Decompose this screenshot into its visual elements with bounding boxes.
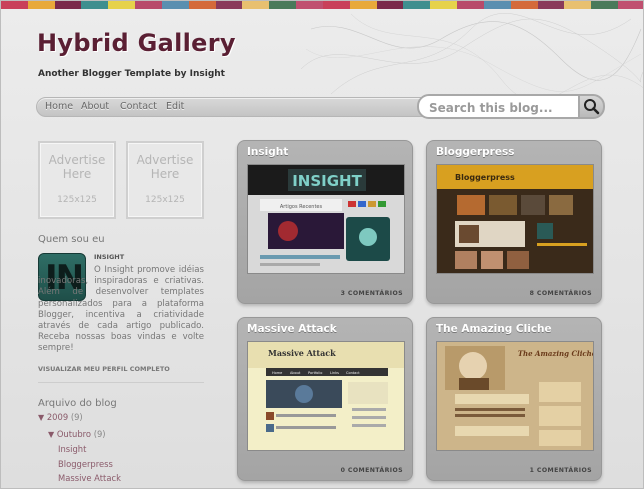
nav-item-contact[interactable]: Contact <box>120 101 157 112</box>
post-card[interactable]: Insight INSIGHT Artigos Recentes 3 COMEN… <box>237 140 413 304</box>
stripe-segment <box>54 1 82 9</box>
stripe-segment <box>269 1 297 9</box>
stripe-segment <box>457 1 484 9</box>
stripe-segment <box>1 1 28 9</box>
about-heading: Quem sou eu <box>38 234 105 245</box>
ad-slot-2[interactable]: Advertise Here 125x125 <box>126 141 204 219</box>
thumb-tab: Portfolio <box>308 371 322 375</box>
thumb-tab: Contact <box>346 371 360 375</box>
thumbnail-image: Bloggerpress <box>437 165 593 273</box>
ad-slot-1[interactable]: Advertise Here 125x125 <box>38 141 116 219</box>
archive-month-count: (9) <box>93 429 106 439</box>
expand-triangle-icon[interactable]: ▼ <box>38 413 44 422</box>
thumb-heading: Bloggerpress <box>455 173 515 182</box>
archive-heading: Arquivo do blog <box>38 398 117 409</box>
stripe-segment <box>322 1 350 9</box>
thumb-tab: About <box>290 371 301 375</box>
thumb-heading: Massive Attack <box>268 348 336 358</box>
stripe-segment <box>510 1 538 9</box>
stripe-segment <box>135 1 162 9</box>
stripe-segment <box>376 1 404 9</box>
stripe-segment <box>242 1 270 9</box>
thumb-heading: The Amazing Cliche <box>518 349 594 358</box>
post-comments-count[interactable]: 8 COMENTÁRIOS <box>530 290 592 297</box>
ad-line2: Here <box>150 167 180 181</box>
post-comments-count[interactable]: 1 COMENTÁRIOS <box>530 467 592 474</box>
stripe-segment <box>161 1 189 9</box>
stripe-segment <box>403 1 431 9</box>
sidebar-divider <box>38 382 204 383</box>
post-card[interactable]: Bloggerpress Bloggerpress 8 COMENTÁRIOS <box>426 140 602 304</box>
stripe-segment <box>483 1 511 9</box>
stripe-segment <box>430 1 458 9</box>
stripe-segment <box>618 1 643 9</box>
expand-triangle-icon[interactable]: ▼ <box>48 430 54 439</box>
post-comments-count[interactable]: 0 COMENTÁRIOS <box>341 467 403 474</box>
blog-subtitle: Another Blogger Template by Insight <box>38 69 225 79</box>
archive-year-count: (9) <box>70 412 83 422</box>
search-input[interactable] <box>417 94 580 119</box>
thumb-tagline: Artigos Recentes <box>280 204 323 210</box>
view-profile-link[interactable]: VISUALIZAR MEU PERFIL COMPLETO <box>38 365 170 373</box>
archive-post-link[interactable]: Insight <box>58 444 86 454</box>
stripe-segment <box>81 1 109 9</box>
post-thumbnail[interactable]: Massive Attack Home About Portfolio Link… <box>247 341 405 451</box>
thumb-tab: Links <box>330 371 339 375</box>
post-thumbnail[interactable]: The Amazing Cliche <box>436 341 594 451</box>
profile-name[interactable]: INSIGHT <box>94 253 124 261</box>
ad-size: 125x125 <box>145 195 185 205</box>
search-button[interactable] <box>578 94 605 119</box>
ad-line1: Advertise <box>48 153 106 167</box>
stripe-segment <box>27 1 55 9</box>
stripe-segment <box>537 1 565 9</box>
search-icon <box>584 99 600 115</box>
post-card[interactable]: Massive Attack Massive Attack Home About… <box>237 317 413 481</box>
decorative-scribble <box>301 13 643 99</box>
thumb-tab: Home <box>272 371 282 375</box>
thumbnail-image: Massive Attack Home About Portfolio Link… <box>248 342 404 450</box>
blog-title[interactable]: Hybrid Gallery <box>37 29 236 57</box>
post-title[interactable]: Massive Attack <box>247 323 337 335</box>
archive-post-link[interactable]: Bloggerpress <box>58 459 113 469</box>
stripe-segment <box>108 1 136 9</box>
browser-page: Hybrid Gallery Another Blogger Template … <box>0 0 644 489</box>
archive-year[interactable]: ▼ 2009 (9) <box>38 412 83 422</box>
thumb-heading: INSIGHT <box>292 172 362 190</box>
profile-description: O Insight promove idéias inovadoras, ins… <box>38 265 204 354</box>
archive-month[interactable]: ▼ Outubro (9) <box>48 429 106 439</box>
archive-year-label[interactable]: 2009 <box>47 412 68 422</box>
stripe-segment <box>296 1 323 9</box>
post-title[interactable]: Bloggerpress <box>436 146 514 158</box>
stripe-segment <box>349 1 377 9</box>
post-thumbnail[interactable]: INSIGHT Artigos Recentes <box>247 164 405 274</box>
archive-post-link[interactable]: Massive Attack <box>58 473 121 483</box>
nav-item-home[interactable]: Home <box>45 101 73 112</box>
top-color-stripe <box>1 1 643 9</box>
post-title[interactable]: The Amazing Cliche <box>436 323 552 335</box>
stripe-segment <box>591 1 619 9</box>
ad-line1: Advertise <box>136 153 194 167</box>
stripe-segment <box>215 1 243 9</box>
ad-line2: Here <box>62 167 92 181</box>
nav-item-edit[interactable]: Edit <box>166 101 184 112</box>
post-card[interactable]: The Amazing Cliche The Amazing Cliche 1 … <box>426 317 602 481</box>
post-thumbnail[interactable]: Bloggerpress <box>436 164 594 274</box>
ad-size: 125x125 <box>57 195 97 205</box>
thumbnail-image: The Amazing Cliche <box>437 342 594 450</box>
thumbnail-image: INSIGHT Artigos Recentes <box>248 165 404 273</box>
post-title[interactable]: Insight <box>247 146 288 158</box>
stripe-segment <box>564 1 592 9</box>
archive-month-label[interactable]: Outubro <box>57 429 91 439</box>
nav-item-about[interactable]: About <box>81 101 109 112</box>
post-comments-count[interactable]: 3 COMENTÁRIOS <box>341 290 403 297</box>
stripe-segment <box>188 1 216 9</box>
